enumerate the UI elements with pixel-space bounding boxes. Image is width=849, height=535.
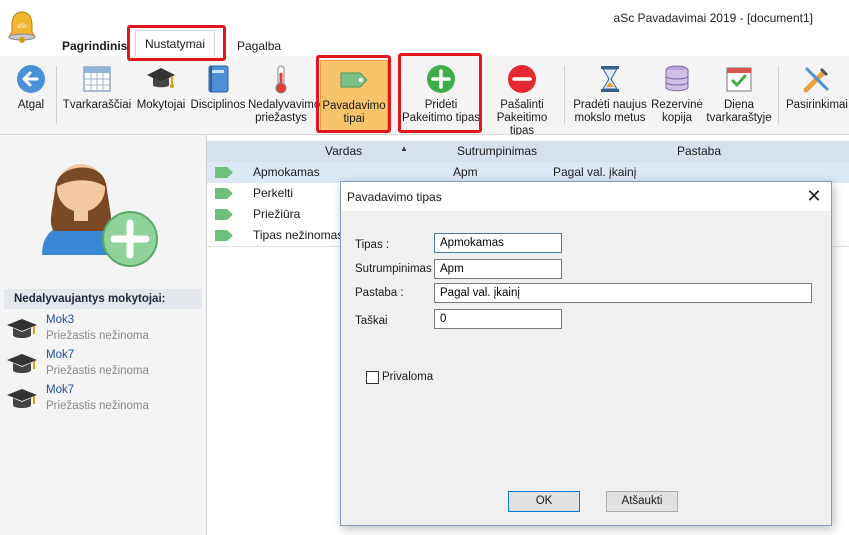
- table-header: Vardas ▲ Sutrumpinimas Pastaba: [207, 141, 849, 163]
- graduation-cap-icon: [147, 68, 175, 88]
- dialog-title-bar: Pavadavimo tipas ✕: [341, 182, 831, 211]
- tag-icon: [215, 230, 233, 241]
- timetables-button[interactable]: Tvarkaraščiai: [62, 60, 132, 132]
- tools-icon: [803, 67, 829, 93]
- options-button[interactable]: Pasirinkimai: [782, 60, 849, 132]
- row-name: Apmokamas: [253, 165, 320, 179]
- row-name: Tipas nežinomas: [253, 228, 344, 242]
- absent-teacher-item[interactable]: Mok7 Priežastis nežinoma: [6, 383, 202, 417]
- new-year-label-line1: Pradėti naujus: [573, 99, 647, 111]
- day-schedule-label-line2: tvarkaraštyje: [706, 112, 772, 124]
- backup-label-line2: kopija: [661, 112, 693, 124]
- ok-button[interactable]: OK: [508, 491, 580, 512]
- book-icon: [208, 65, 229, 93]
- absent-teacher-name: Mok7: [46, 384, 75, 396]
- required-label[interactable]: Privaloma: [382, 371, 433, 383]
- teacher-avatar-icon: [42, 164, 158, 267]
- left-panel: Nedalyvaujantys mokytojai: Mok3 Priežast…: [0, 135, 207, 535]
- absent-teacher-item[interactable]: Mok7 Priežastis nežinoma: [6, 348, 202, 382]
- bell-logo-icon[interactable]: aSc: [8, 10, 36, 44]
- graduation-cap-icon: [7, 319, 37, 338]
- tag-icon: [215, 188, 233, 199]
- row-name: Perkelti: [253, 186, 294, 200]
- calendar-check-icon: [726, 67, 752, 92]
- absent-teacher-reason: Priežastis nežinoma: [46, 330, 149, 342]
- svg-text:aSc: aSc: [17, 24, 27, 30]
- absent-teacher-reason: Priežastis nežinoma: [46, 365, 149, 377]
- tag-icon: [215, 209, 233, 220]
- teachers-button[interactable]: Mokytojai: [134, 60, 188, 132]
- separator: [56, 66, 57, 124]
- sort-ascending-icon: ▲: [400, 144, 408, 153]
- disciplines-label: Disciplinos: [190, 99, 246, 111]
- disciplines-button[interactable]: Disciplinos: [190, 60, 246, 132]
- abbreviation-label: Sutrumpinimas: [355, 263, 432, 275]
- absent-teacher-name: Mok7: [46, 349, 75, 361]
- absent-teacher-item[interactable]: Mok3 Priežastis nežinoma: [6, 313, 202, 347]
- absence-reasons-button[interactable]: Nedalyvavimo priežastys: [248, 60, 321, 132]
- database-icon: [665, 65, 689, 92]
- timetables-label: Tvarkaraščiai: [62, 99, 132, 111]
- back-label: Atgal: [17, 99, 45, 111]
- highlight-settings-tab: [127, 25, 226, 61]
- note-label: Pastaba :: [355, 287, 404, 299]
- absence-reasons-label-line1: Nedalyvavimo: [248, 99, 321, 111]
- hourglass-icon: [601, 66, 619, 92]
- type-label: Tipas :: [355, 239, 390, 251]
- day-schedule-button[interactable]: Diena tvarkaraštyje: [704, 60, 774, 132]
- remove-type-label-line1: Pašalinti: [500, 99, 544, 111]
- absence-reasons-label-line2: priežastys: [255, 112, 307, 124]
- day-schedule-label-line1: Diena: [723, 99, 755, 111]
- column-header-name[interactable]: Vardas: [325, 144, 362, 158]
- highlight-add-type: [398, 53, 482, 133]
- close-icon[interactable]: ✕: [803, 186, 825, 206]
- remove-substitution-type-button[interactable]: Pašalinti Pakeitimo tipas: [484, 60, 560, 137]
- abbreviation-input[interactable]: [434, 259, 562, 279]
- points-input[interactable]: [434, 309, 562, 329]
- column-header-abbreviation[interactable]: Sutrumpinimas: [457, 144, 537, 158]
- absent-teacher-reason: Priežastis nežinoma: [46, 400, 149, 412]
- absent-teachers-header: Nedalyvaujantys mokytojai:: [4, 289, 202, 309]
- thermometer-icon: [275, 65, 287, 94]
- options-label: Pasirinkimai: [786, 99, 848, 111]
- separator: [778, 66, 779, 124]
- substitution-type-dialog: Pavadavimo tipas ✕ Tipas : Sutrumpinimas…: [340, 181, 832, 526]
- backup-button[interactable]: Rezervinė kopija: [650, 60, 704, 132]
- back-arrow-icon: [17, 65, 45, 93]
- tab-home[interactable]: Pagrindinis: [52, 37, 137, 55]
- row-note: Pagal val. įkainį: [553, 165, 637, 179]
- row-abbreviation: Apm: [453, 165, 478, 179]
- timetable-grid-icon: [83, 66, 111, 92]
- dialog-title: Pavadavimo tipas: [347, 190, 442, 204]
- tab-help[interactable]: Pagalba: [227, 37, 291, 55]
- column-header-note[interactable]: Pastaba: [677, 144, 721, 158]
- required-checkbox[interactable]: [366, 371, 379, 384]
- new-year-label-line2: mokslo metus: [574, 112, 646, 124]
- cancel-button[interactable]: Atšaukti: [606, 491, 678, 512]
- separator: [564, 66, 565, 124]
- back-button[interactable]: Atgal: [10, 60, 52, 132]
- row-name: Priežiūra: [253, 207, 301, 221]
- new-school-year-button[interactable]: Pradėti naujus mokslo metus: [570, 60, 650, 132]
- window-title: aSc Pavadavimai 2019 - [document1]: [613, 11, 813, 25]
- backup-label-line1: Rezervinė: [651, 99, 703, 111]
- graduation-cap-icon: [7, 389, 37, 408]
- minus-circle-icon: [508, 65, 536, 93]
- type-input[interactable]: [434, 233, 562, 253]
- absent-teacher-name: Mok3: [46, 314, 75, 326]
- tag-icon: [215, 167, 233, 178]
- points-label: Taškai: [355, 315, 388, 327]
- teachers-label: Mokytojai: [136, 99, 186, 111]
- graduation-cap-icon: [7, 354, 37, 373]
- note-input[interactable]: [434, 283, 812, 303]
- add-teacher-avatar[interactable]: [34, 143, 164, 273]
- highlight-substitution-types: [316, 55, 391, 133]
